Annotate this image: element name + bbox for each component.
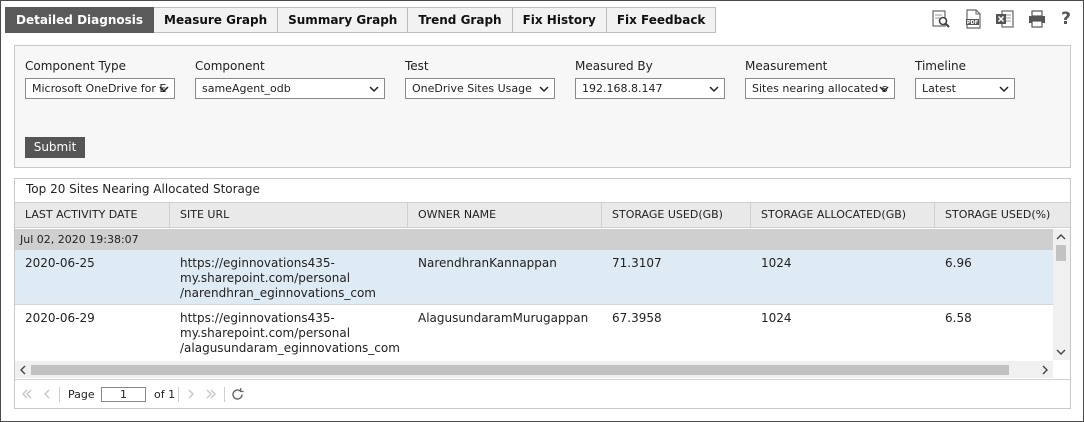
help-icon[interactable]: ? [1059, 9, 1073, 29]
tab-fix-feedback[interactable]: Fix Feedback [606, 7, 717, 33]
site-url-line: my.sharepoint.com/personal [180, 271, 351, 285]
print-icon[interactable] [1027, 9, 1047, 29]
next-page-icon[interactable] [185, 388, 197, 400]
component-value: sameAgent_odb [202, 82, 291, 95]
refresh-icon[interactable] [230, 387, 245, 402]
column-header-storage-used-pct[interactable]: STORAGE USED(%) [935, 203, 1070, 227]
chevron-down-icon [999, 86, 1009, 93]
component-type-select[interactable]: Microsoft OneDrive for E [25, 78, 175, 99]
pager-separator [224, 387, 225, 402]
horizontal-scrollbar[interactable] [15, 361, 1053, 378]
table-title: Top 20 Sites Nearing Allocated Storage [26, 182, 260, 196]
component-type-field: Component Type Microsoft OneDrive for E [25, 57, 175, 99]
results-panel: Top 20 Sites Nearing Allocated Storage L… [14, 178, 1071, 409]
component-field: Component sameAgent_odb [195, 57, 385, 99]
test-select[interactable]: OneDrive Sites Usage [405, 78, 555, 99]
search-report-icon[interactable] [931, 9, 951, 29]
component-label: Component [195, 59, 265, 73]
first-page-icon[interactable] [21, 388, 33, 400]
page-count-label: of 1 [154, 388, 176, 401]
group-row: Jul 02, 2020 19:38:07 [15, 229, 1053, 250]
diagnosis-window: Detailed Diagnosis Measure Graph Summary… [0, 0, 1084, 422]
page-number-input[interactable]: 1 [101, 387, 146, 402]
table-row[interactable]: 2020-06-29 https://eginnovations435- my.… [15, 305, 1053, 361]
measured-by-value: 192.168.8.147 [582, 82, 663, 95]
scroll-up-icon[interactable] [1056, 232, 1066, 242]
filter-panel: Component Type Microsoft OneDrive for E … [14, 45, 1071, 168]
tab-summary-graph[interactable]: Summary Graph [278, 7, 409, 33]
storage-allocated-gb-cell: 1024 [761, 256, 792, 270]
table-header: LAST ACTIVITY DATE SITE URL OWNER NAME S… [15, 202, 1070, 228]
column-header-last-activity-date[interactable]: LAST ACTIVITY DATE [15, 203, 170, 227]
test-label: Test [405, 59, 429, 73]
site-url-line: /alagusundaram_eginnovations_com [180, 341, 400, 355]
storage-used-gb-cell: 67.3958 [612, 311, 662, 325]
pdf-icon-label: PDF [967, 20, 978, 26]
chevron-down-icon [159, 86, 169, 93]
pager-separator [59, 387, 60, 402]
measurement-select[interactable]: Sites nearing allocated s [745, 78, 895, 99]
pager-separator [178, 387, 179, 402]
component-type-value: Microsoft OneDrive for E [32, 82, 167, 95]
table-row[interactable]: 2020-06-25 https://eginnovations435- my.… [15, 250, 1053, 305]
chevron-down-icon [709, 86, 719, 93]
site-url-cell: https://eginnovations435- my.sharepoint.… [180, 311, 400, 356]
site-url-line: /narendhran_eginnovations_com [180, 286, 376, 300]
excel-icon[interactable] [995, 9, 1015, 29]
column-header-storage-used-gb[interactable]: STORAGE USED(GB) [602, 203, 751, 227]
tab-trend-graph[interactable]: Trend Graph [408, 7, 513, 33]
chevron-down-icon [539, 86, 549, 93]
tab-fix-history[interactable]: Fix History [512, 7, 607, 33]
tab-measure-graph[interactable]: Measure Graph [154, 7, 279, 33]
submit-button[interactable]: Submit [25, 137, 85, 158]
measured-by-select[interactable]: 192.168.8.147 [575, 78, 725, 99]
site-url-line: my.sharepoint.com/personal [180, 326, 351, 340]
site-url-line: https://eginnovations435- [180, 256, 335, 270]
page-label: Page [68, 388, 95, 401]
test-value: OneDrive Sites Usage [412, 82, 532, 95]
last-activity-date-cell: 2020-06-29 [25, 311, 95, 325]
measurement-label: Measurement [745, 59, 828, 73]
previous-page-icon[interactable] [41, 388, 53, 400]
column-header-site-url[interactable]: SITE URL [170, 203, 408, 227]
timeline-value: Latest [922, 82, 956, 95]
measured-by-field: Measured By 192.168.8.147 [575, 57, 725, 99]
pagination-bar: Page 1 of 1 [15, 379, 1070, 408]
last-page-icon[interactable] [205, 388, 217, 400]
column-header-storage-allocated-gb[interactable]: STORAGE ALLOCATED(GB) [751, 203, 935, 227]
last-activity-date-cell: 2020-06-25 [25, 256, 95, 270]
measurement-value: Sites nearing allocated s [752, 82, 888, 95]
measurement-field: Measurement Sites nearing allocated s [745, 57, 895, 99]
owner-name-cell: AlagusundaramMurugappan [418, 311, 589, 325]
chevron-down-icon [879, 86, 889, 93]
vertical-scroll-thumb[interactable] [1056, 245, 1066, 261]
tab-bar: Detailed Diagnosis Measure Graph Summary… [5, 7, 717, 33]
timeline-label: Timeline [915, 59, 967, 73]
site-url-cell: https://eginnovations435- my.sharepoint.… [180, 256, 376, 301]
scroll-left-icon[interactable] [18, 365, 28, 375]
measured-by-label: Measured By [575, 59, 653, 73]
timeline-field: Timeline Latest [915, 57, 1015, 99]
component-type-label: Component Type [25, 59, 127, 73]
storage-allocated-gb-cell: 1024 [761, 311, 792, 325]
column-header-owner-name[interactable]: OWNER NAME [408, 203, 602, 227]
scroll-down-icon[interactable] [1056, 347, 1066, 357]
component-select[interactable]: sameAgent_odb [195, 78, 385, 99]
chevron-down-icon [369, 86, 379, 93]
timeline-select[interactable]: Latest [915, 78, 1015, 99]
owner-name-cell: NarendhranKannappan [418, 256, 557, 270]
test-field: Test OneDrive Sites Usage [405, 57, 555, 99]
storage-used-pct-cell: 6.96 [945, 256, 972, 270]
storage-used-gb-cell: 71.3107 [612, 256, 662, 270]
horizontal-scroll-thumb[interactable] [31, 365, 1009, 375]
pdf-icon[interactable]: PDF [963, 9, 983, 29]
toolbar: PDF ? [931, 9, 1073, 29]
site-url-line: https://eginnovations435- [180, 311, 335, 325]
storage-used-pct-cell: 6.58 [945, 311, 972, 325]
scroll-right-icon[interactable] [1040, 365, 1050, 375]
vertical-scrollbar[interactable] [1053, 229, 1070, 360]
tab-detailed-diagnosis[interactable]: Detailed Diagnosis [5, 7, 155, 33]
